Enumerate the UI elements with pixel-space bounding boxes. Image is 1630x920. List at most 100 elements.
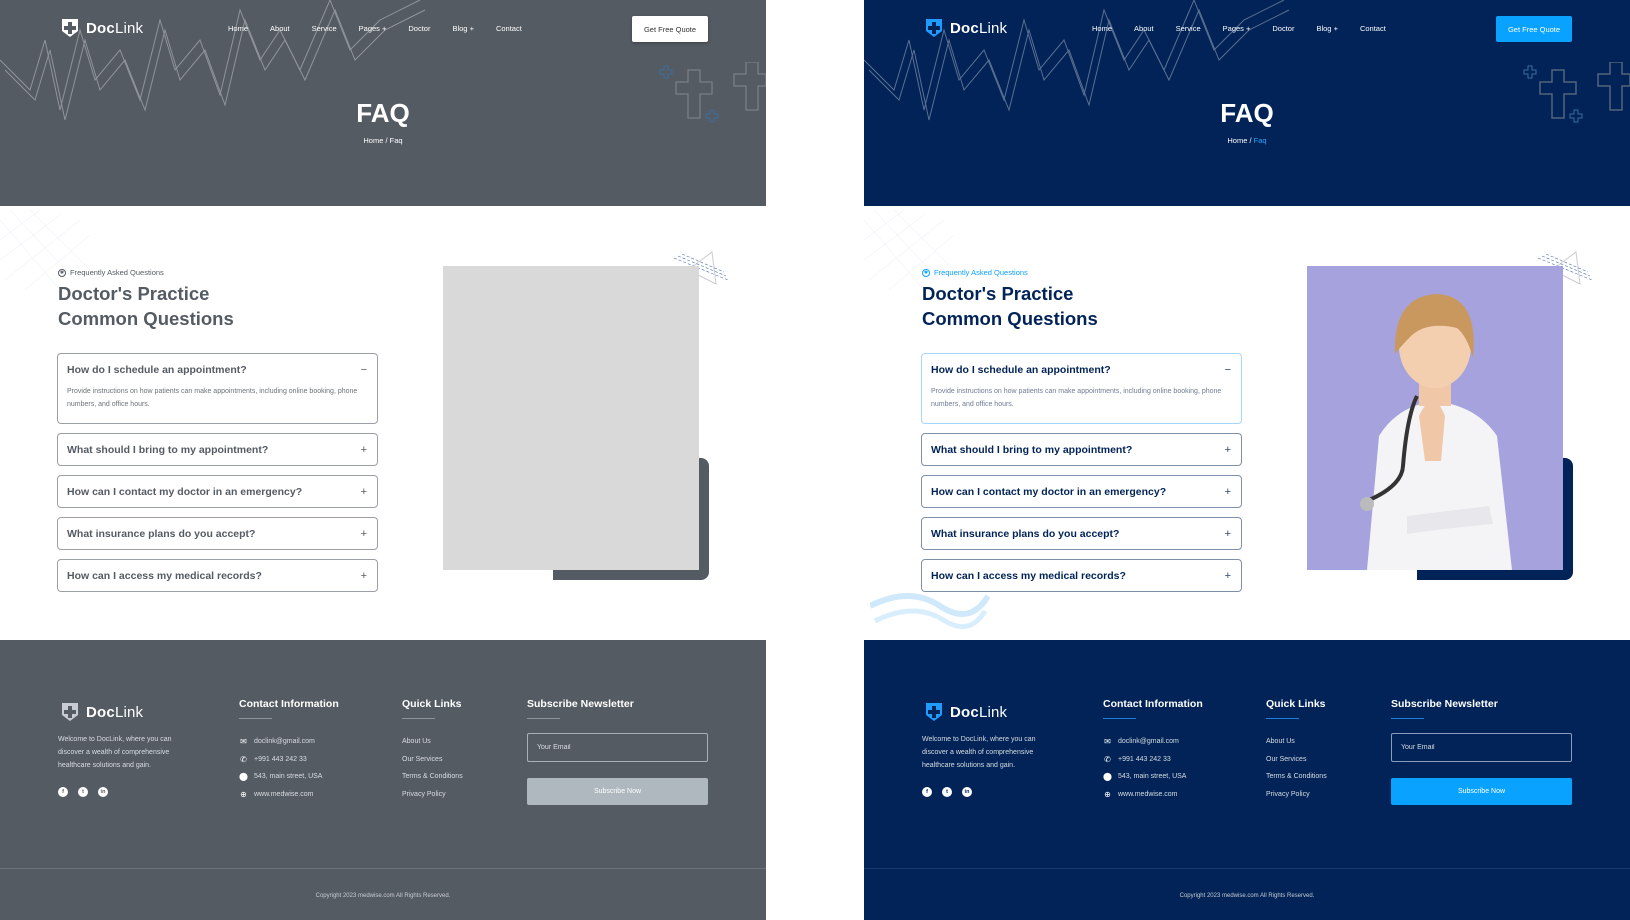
plus-icon[interactable]: + (361, 444, 367, 456)
faq-item[interactable]: What should I bring to my appointment? + (57, 433, 378, 466)
link-terms[interactable]: Terms & Conditions (1266, 768, 1327, 786)
contact-email[interactable]: ✉ doclink@gmail.com (239, 733, 339, 751)
newsletter-email-input[interactable] (1391, 733, 1572, 762)
breadcrumb: Home / Faq (363, 136, 403, 145)
nav-pages[interactable]: Pages + (1223, 24, 1251, 33)
linkedin-icon[interactable]: in (962, 787, 972, 797)
nav-doctor[interactable]: Doctor (408, 24, 430, 33)
plus-icon[interactable]: + (361, 528, 367, 540)
section-eyebrow: ✱ Frequently Asked Questions (922, 268, 1028, 277)
faq-question-toggle[interactable]: How can I access my medical records? + (58, 560, 377, 591)
footer: DocLink Welcome to DocLink, where you ca… (0, 640, 766, 920)
breadcrumb-current: Faq (389, 136, 403, 145)
section-eyebrow: ✱ Frequently Asked Questions (58, 268, 164, 277)
link-about-us[interactable]: About Us (402, 733, 463, 751)
nav-pages[interactable]: Pages + (359, 24, 387, 33)
facebook-icon[interactable]: f (58, 787, 68, 797)
linkedin-icon[interactable]: in (98, 787, 108, 797)
faq-question-toggle[interactable]: How do I schedule an appointment? − (58, 354, 377, 385)
nav-home[interactable]: Home (1092, 24, 1112, 33)
faq-item[interactable]: How do I schedule an appointment? − Provi… (57, 353, 378, 424)
breadcrumb-home[interactable]: Home (363, 136, 383, 145)
nav-contact[interactable]: Contact (496, 24, 522, 33)
link-our-services[interactable]: Our Services (1266, 751, 1327, 769)
footer-about: Welcome to DocLink, where you can discov… (58, 736, 172, 769)
contact-website[interactable]: ⊕ www.medwise.com (1103, 786, 1203, 804)
footer-divider (864, 868, 1630, 869)
footer-logo[interactable]: DocLink (924, 702, 1007, 722)
subscribe-button[interactable]: Subscribe Now (527, 778, 708, 805)
faq-question-toggle[interactable]: What insurance plans do you accept? + (922, 518, 1241, 549)
faq-question-toggle[interactable]: How can I contact my doctor in an emerge… (922, 476, 1241, 507)
faq-item[interactable]: How can I contact my doctor in an emerge… (921, 475, 1242, 508)
plus-icon[interactable]: + (1225, 528, 1231, 540)
faq-question-toggle[interactable]: What should I bring to my appointment? + (922, 434, 1241, 465)
section-title: Doctor's Practice Common Questions (922, 283, 1098, 329)
faq-question-toggle[interactable]: What should I bring to my appointment? + (58, 434, 377, 465)
contact-phone[interactable]: ✆ +991 443 242 33 (1103, 751, 1203, 769)
faq-question-toggle[interactable]: How do I schedule an appointment? − (922, 354, 1241, 385)
nav-service[interactable]: Service (312, 24, 337, 33)
link-our-services[interactable]: Our Services (402, 751, 463, 769)
contact-website[interactable]: ⊕ www.medwise.com (239, 786, 339, 804)
link-terms[interactable]: Terms & Conditions (402, 768, 463, 786)
faq-item[interactable]: How can I contact my doctor in an emerge… (57, 475, 378, 508)
location-pin-icon: ⬤ (1103, 772, 1112, 782)
minus-icon[interactable]: − (1225, 364, 1231, 376)
nav-about[interactable]: About (270, 24, 290, 33)
brand-logo[interactable]: DocLink (924, 18, 1007, 38)
contact-info: Contact Information ✉ doclink@gmail.com ✆… (1103, 698, 1203, 803)
newsletter: Subscribe Newsletter Subscribe Now (527, 698, 766, 805)
star-icon: ✱ (922, 268, 930, 277)
section-title: Doctor's Practice Common Questions (58, 283, 234, 329)
faq-section: ✱ Frequently Asked Questions Doctor's Pra… (57, 268, 378, 601)
plus-icon[interactable]: + (1225, 570, 1231, 582)
top-nav: DocLink Home About Service Pages + Docto… (0, 16, 766, 56)
contact-email[interactable]: ✉ doclink@gmail.com (1103, 733, 1203, 751)
contact-phone[interactable]: ✆ +991 443 242 33 (239, 751, 339, 769)
newsletter-email-input[interactable] (527, 733, 708, 762)
main-menu: Home About Service Pages + Doctor Blog +… (228, 24, 544, 33)
facebook-icon[interactable]: f (922, 787, 932, 797)
nav-blog[interactable]: Blog + (1316, 24, 1337, 33)
footer-divider (0, 868, 766, 869)
heading-underline (239, 718, 272, 719)
plus-icon[interactable]: + (1225, 444, 1231, 456)
link-privacy[interactable]: Privacy Policy (1266, 786, 1327, 804)
nav-contact[interactable]: Contact (1360, 24, 1386, 33)
heading-underline (402, 718, 435, 719)
faq-item[interactable]: How do I schedule an appointment? − Provi… (921, 353, 1242, 424)
plus-icon[interactable]: + (1225, 486, 1231, 498)
nav-about[interactable]: About (1134, 24, 1154, 33)
faq-item[interactable]: How can I access my medical records? + (57, 559, 378, 592)
breadcrumb: Home / Faq (1227, 136, 1267, 145)
star-icon: ✱ (58, 268, 66, 277)
hero-banner: DocLink Home About Service Pages + Docto… (0, 0, 766, 206)
brand-logo[interactable]: DocLink (60, 18, 143, 38)
faq-question-toggle[interactable]: How can I contact my doctor in an emerge… (58, 476, 377, 507)
heading-underline (1391, 718, 1424, 719)
link-about-us[interactable]: About Us (1266, 733, 1327, 751)
minus-icon[interactable]: − (361, 364, 367, 376)
subscribe-button[interactable]: Subscribe Now (1391, 778, 1572, 805)
faq-item[interactable]: What should I bring to my appointment? + (921, 433, 1242, 466)
phone-icon: ✆ (240, 754, 247, 764)
breadcrumb-home[interactable]: Home (1227, 136, 1247, 145)
faq-item[interactable]: What insurance plans do you accept? + (921, 517, 1242, 550)
nav-home[interactable]: Home (228, 24, 248, 33)
get-free-quote-button[interactable]: Get Free Quote (1496, 16, 1572, 42)
nav-blog[interactable]: Blog + (452, 24, 473, 33)
doctor-photo-frame (443, 266, 709, 580)
nav-doctor[interactable]: Doctor (1272, 24, 1294, 33)
plus-icon[interactable]: + (361, 570, 367, 582)
twitter-icon[interactable]: t (78, 787, 88, 797)
link-privacy[interactable]: Privacy Policy (402, 786, 463, 804)
nav-service[interactable]: Service (1176, 24, 1201, 33)
plus-icon[interactable]: + (361, 486, 367, 498)
faq-item[interactable]: What insurance plans do you accept? + (57, 517, 378, 550)
twitter-icon[interactable]: t (942, 787, 952, 797)
heading-underline (1103, 718, 1136, 719)
get-free-quote-button[interactable]: Get Free Quote (632, 16, 708, 42)
faq-question-toggle[interactable]: What insurance plans do you accept? + (58, 518, 377, 549)
footer-logo[interactable]: DocLink (60, 702, 143, 722)
